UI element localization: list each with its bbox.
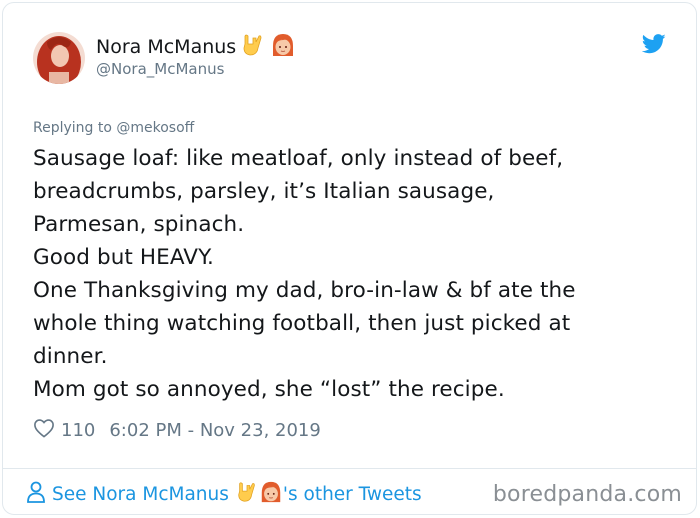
tweet-line: Mom got so annoyed, she “lost” the recip…: [33, 377, 505, 402]
author-name[interactable]: Nora McManus: [96, 36, 236, 58]
rock-on-hand-emoji: [240, 32, 266, 62]
author-name-row: Nora McManus: [96, 32, 296, 62]
footer-link-suffix[interactable]: 's other Tweets: [283, 484, 422, 505]
tweet-timestamp[interactable]: 6:02 PM - Nov 23, 2019: [109, 420, 320, 441]
twitter-bird-icon[interactable]: [641, 34, 666, 54]
heart-icon[interactable]: [33, 418, 61, 443]
tweet-line: whole thing watching football, then just…: [33, 311, 571, 336]
tweet-line: Sausage loaf: like meatloaf, only instea…: [33, 146, 564, 171]
tweet-line: One Thanksgiving my dad, bro-in-law & bf…: [33, 278, 576, 303]
tweet-line: dinner.: [33, 344, 108, 369]
redhead-woman-emoji: [259, 480, 283, 509]
tweet-line: breadcrumbs, parsley, it’s Italian sausa…: [33, 179, 495, 204]
person-icon: [26, 481, 52, 508]
footer-link-prefix[interactable]: See Nora McManus: [52, 484, 229, 505]
avatar[interactable]: [33, 32, 85, 84]
watermark: boredpanda.com: [492, 482, 682, 507]
tweet-text: Sausage loaf: like meatloaf, only instea…: [33, 142, 673, 406]
replying-to-label: Replying to @mekosoff: [33, 120, 195, 136]
redhead-woman-emoji: [270, 32, 296, 62]
see-other-tweets-link[interactable]: See Nora McManus 's other Tweets: [26, 480, 422, 509]
author-handle[interactable]: @Nora_McManus: [96, 60, 224, 78]
tweet-line: Good but HEAVY.: [33, 245, 214, 270]
tweet-meta: 110 6:02 PM - Nov 23, 2019: [33, 418, 321, 443]
rock-on-hand-emoji: [235, 480, 259, 509]
tweet-line: Parmesan, spinach.: [33, 212, 245, 237]
divider: [2, 468, 697, 469]
like-count[interactable]: 110: [61, 420, 95, 441]
